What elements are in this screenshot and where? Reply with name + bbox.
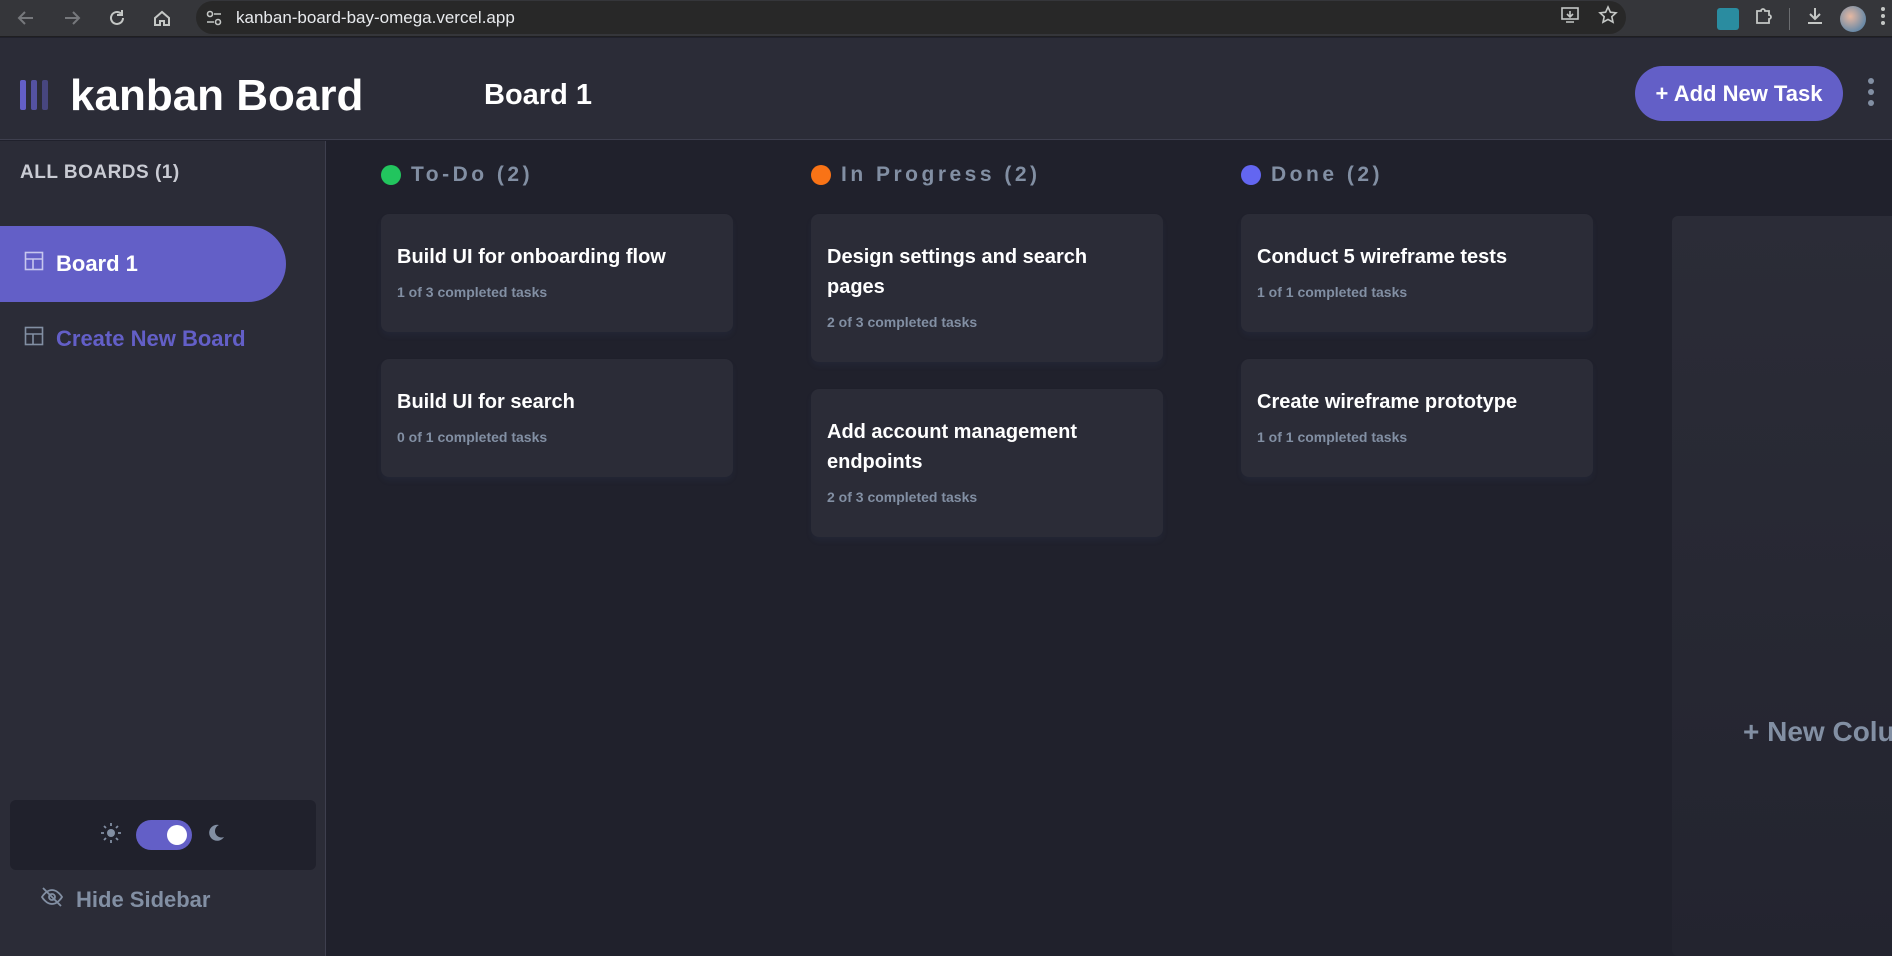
task-card[interactable]: Design settings and search pages 2 of 3 … <box>811 214 1163 362</box>
browser-toolbar: kanban-board-bay-omega.vercel.app <box>0 0 1892 37</box>
column-color-dot <box>1241 165 1261 185</box>
board-canvas: To-Do (2) Build UI for onboarding flow 1… <box>327 141 1892 956</box>
url-text[interactable]: kanban-board-bay-omega.vercel.app <box>236 8 515 28</box>
task-title: Design settings and search pages <box>827 246 1088 298</box>
hide-sidebar-button[interactable]: Hide Sidebar <box>40 886 210 914</box>
column-title: In Progress (2) <box>841 163 1041 186</box>
task-card[interactable]: Build UI for onboarding flow 1 of 3 comp… <box>381 214 733 332</box>
board-icon <box>24 326 44 352</box>
sidebar-item-board-1[interactable]: Board 1 <box>0 226 286 302</box>
column-header: To-Do (2) <box>381 163 533 187</box>
logo-icon <box>20 80 48 110</box>
sun-icon <box>100 822 122 849</box>
task-title: Create wireframe prototype <box>1257 391 1518 413</box>
column-header: Done (2) <box>1241 163 1383 187</box>
menu-icon[interactable] <box>1880 6 1886 31</box>
column-header: In Progress (2) <box>811 163 1041 187</box>
task-card[interactable]: Create wireframe prototype 1 of 1 comple… <box>1241 359 1593 477</box>
new-column-panel[interactable] <box>1672 216 1892 956</box>
theme-switcher <box>10 800 316 870</box>
moon-icon <box>206 823 226 848</box>
new-column-button[interactable]: + New Column <box>1743 716 1892 748</box>
home-icon[interactable] <box>146 2 178 34</box>
column-color-dot <box>381 165 401 185</box>
task-title: Build UI for onboarding flow <box>397 246 666 268</box>
board-icon <box>24 251 44 277</box>
task-title: Add account management endpoints <box>827 421 1078 473</box>
toolbar-divider <box>1789 7 1790 30</box>
sidebar-item-label: Board 1 <box>56 251 138 276</box>
sidebar: ALL BOARDS (1) Board 1 Create New Board … <box>0 141 326 956</box>
hide-sidebar-label: Hide Sidebar <box>76 887 211 912</box>
address-bar[interactable]: kanban-board-bay-omega.vercel.app <box>196 1 1626 34</box>
column-title: Done (2) <box>1271 163 1383 186</box>
all-boards-heading: ALL BOARDS (1) <box>20 162 180 183</box>
task-card[interactable]: Conduct 5 wireframe tests 1 of 1 complet… <box>1241 214 1593 332</box>
site-settings-icon[interactable] <box>196 9 232 27</box>
task-title: Build UI for search <box>397 391 575 413</box>
board-title: Board 1 <box>484 79 592 111</box>
puzzle-icon[interactable] <box>1753 5 1775 32</box>
create-new-board-button[interactable]: Create New Board <box>0 301 286 377</box>
add-new-task-button[interactable]: + Add New Task <box>1635 66 1843 121</box>
back-arrow-icon[interactable] <box>10 2 42 34</box>
task-card[interactable]: Add account management endpoints 2 of 3 … <box>811 389 1163 537</box>
bookmark-star-icon[interactable] <box>1598 5 1618 30</box>
app-title: kanban Board <box>70 71 364 120</box>
column-title: To-Do (2) <box>411 163 534 186</box>
reload-icon[interactable] <box>101 2 133 34</box>
column-color-dot <box>811 165 831 185</box>
task-title: Conduct 5 wireframe tests <box>1257 246 1508 268</box>
task-subtask-count: 1 of 3 completed tasks <box>397 284 548 300</box>
task-subtask-count: 1 of 1 completed tasks <box>1257 429 1408 445</box>
create-board-label: Create New Board <box>56 326 246 351</box>
task-subtask-count: 0 of 1 completed tasks <box>397 429 548 445</box>
eye-slash-icon <box>40 886 64 914</box>
install-app-icon[interactable] <box>1560 5 1580 30</box>
task-card[interactable]: Build UI for search 0 of 1 completed tas… <box>381 359 733 477</box>
kebab-menu-icon[interactable] <box>1868 78 1874 106</box>
task-subtask-count: 2 of 3 completed tasks <box>827 489 978 505</box>
task-subtask-count: 1 of 1 completed tasks <box>1257 284 1408 300</box>
app-header: kanban Board Board 1 + Add New Task <box>0 38 1892 140</box>
task-subtask-count: 2 of 3 completed tasks <box>827 314 978 330</box>
forward-arrow-icon[interactable] <box>56 2 88 34</box>
download-icon[interactable] <box>1804 5 1826 32</box>
theme-toggle[interactable] <box>136 820 192 850</box>
profile-avatar[interactable] <box>1840 5 1866 32</box>
extension-icon[interactable] <box>1717 7 1739 30</box>
